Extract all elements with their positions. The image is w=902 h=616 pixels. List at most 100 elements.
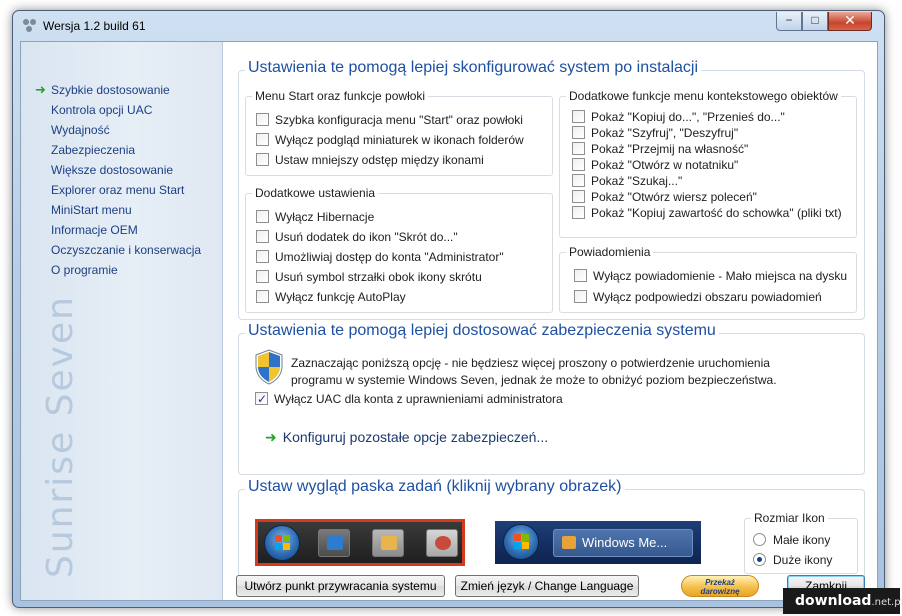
donate-button[interactable]: Przekaż darowiznę	[681, 575, 759, 597]
app-icon	[23, 19, 37, 33]
watermark-suffix: .net.pl	[871, 597, 902, 608]
watermark-brand: download	[795, 593, 872, 609]
sidebar-item-oczyszczanie[interactable]: Oczyszczanie i konserwacja	[35, 240, 201, 260]
sidebar-item-szybkie-dostosowanie[interactable]: ➜ Szybkie dostosowanie	[35, 80, 201, 100]
title-bar[interactable]: Wersja 1.2 build 61 − □ ✕	[13, 11, 884, 41]
checkbox[interactable]	[256, 133, 269, 146]
disable-uac-admin-checkbox[interactable]: Wyłącz UAC dla konta z uprawnieniami adm…	[255, 390, 563, 408]
small-icons-radio[interactable]: Małe ikony	[753, 531, 830, 549]
remove-shortcut-suffix-checkbox[interactable]: Usuń dodatek do ikon "Skrót do..."	[256, 228, 458, 246]
folder-taskbar-icon	[372, 529, 404, 557]
sidebar-nav: ➜ Szybkie dostosowanie Kontrola opcji UAC…	[35, 80, 201, 280]
large-icons-radio[interactable]: Duże ikony	[753, 551, 832, 569]
radio-button[interactable]	[753, 553, 766, 566]
change-language-button[interactable]: Zmień język / Change Language	[455, 575, 639, 597]
sidebar-item-label: O programie	[51, 263, 118, 277]
close-icon: ✕	[844, 12, 856, 28]
radio-label: Małe ikony	[773, 533, 831, 547]
additional-settings-group-title: Dodatkowe ustawienia	[252, 186, 379, 200]
disable-low-disk-notification-checkbox[interactable]: Wyłącz powiadomienie - Mało miejsca na d…	[574, 267, 847, 285]
enable-administrator-account-checkbox[interactable]: Umożliwiaj dostęp do konta "Administrato…	[256, 248, 504, 266]
maximize-button[interactable]: □	[802, 12, 828, 31]
disable-folder-thumbnails-checkbox[interactable]: Wyłącz podgląd miniaturek w ikonach fold…	[256, 131, 524, 149]
checkbox[interactable]	[572, 110, 585, 123]
uac-description-line2: programu w systemie Windows Seven, jedna…	[291, 373, 777, 387]
disable-notification-tips-checkbox[interactable]: Wyłącz podpowiedzi obszaru powiadomień	[574, 288, 822, 306]
windows-media-taskbar-button: Windows Me...	[553, 529, 693, 557]
checkbox-label: Wyłącz funkcję AutoPlay	[275, 290, 406, 304]
checkbox[interactable]	[572, 126, 585, 139]
context-menu-group: Dodatkowe funkcje menu kontekstowego obi…	[559, 89, 857, 238]
checkbox-label: Wyłącz podpowiedzi obszaru powiadomień	[593, 290, 822, 304]
taskbar-button-label: Windows Me...	[582, 535, 668, 550]
checkbox[interactable]	[574, 269, 587, 282]
setup-section: Ustawienia te pomogą lepiej skonfigurowa…	[238, 59, 865, 320]
checkbox[interactable]	[572, 190, 585, 203]
sidebar-item-wieksze-dostosowanie[interactable]: Większe dostosowanie	[35, 160, 201, 180]
active-arrow-icon: ➜	[35, 82, 46, 97]
sidebar-item-zabezpieczenia[interactable]: Zabezpieczenia	[35, 140, 201, 160]
radio-button[interactable]	[753, 533, 766, 546]
checkbox[interactable]	[256, 270, 269, 283]
sidebar-item-label: Informacje OEM	[51, 223, 138, 237]
icon-size-group: Rozmiar Ikon Małe ikony Duże ikony	[744, 511, 858, 574]
radio-label: Duże ikony	[773, 553, 833, 567]
checkbox-label: Wyłącz Hibernacje	[275, 210, 375, 224]
download-watermark: download.net.pl	[783, 588, 902, 614]
donate-line2: darowiznę	[700, 587, 740, 596]
checkbox-label: Umożliwiaj dostęp do konta "Administrato…	[275, 250, 504, 264]
minimize-icon: −	[785, 13, 793, 27]
disable-hibernation-checkbox[interactable]: Wyłącz Hibernacje	[256, 208, 374, 226]
disable-autoplay-checkbox[interactable]: Wyłącz funkcję AutoPlay	[256, 288, 406, 306]
icon-size-group-title: Rozmiar Ikon	[751, 511, 828, 525]
link-arrow-icon: ➜	[265, 429, 277, 445]
start-orb-icon	[264, 525, 300, 561]
windows-flag-icon	[514, 534, 530, 550]
sidebar-item-label: Zabezpieczenia	[51, 143, 136, 157]
taskbar-preview-large-icons[interactable]	[255, 519, 465, 566]
sidebar-item-ministart-menu[interactable]: MiniStart menu	[35, 200, 201, 220]
create-restore-point-button[interactable]: Utwórz punkt przywracania systemu	[236, 575, 445, 597]
checkbox-label: Pokaż "Otwórz wiersz poleceń"	[591, 190, 757, 204]
checkbox[interactable]	[256, 153, 269, 166]
checkbox[interactable]	[256, 230, 269, 243]
checkbox[interactable]	[572, 142, 585, 155]
checkbox[interactable]	[574, 290, 587, 303]
checkbox[interactable]	[572, 174, 585, 187]
sidebar-item-wydajnosc[interactable]: Wydajność	[35, 120, 201, 140]
checkbox[interactable]	[572, 158, 585, 171]
sidebar-item-informacje-oem[interactable]: Informacje OEM	[35, 220, 201, 240]
checkbox[interactable]	[256, 250, 269, 263]
taskbar-preview-small-icons[interactable]: Windows Me...	[495, 521, 701, 564]
checkbox-label: Pokaż "Kopiuj zawartość do schowka" (pli…	[591, 206, 842, 220]
minimize-button[interactable]: −	[776, 12, 802, 31]
checkbox[interactable]	[572, 206, 585, 219]
show-copy-contents-checkbox[interactable]: Pokaż "Kopiuj zawartość do schowka" (pli…	[572, 204, 842, 222]
notifications-group-title: Powiadomienia	[566, 245, 654, 259]
sidebar-item-label: Wydajność	[51, 123, 110, 137]
checkbox-label: Pokaż "Otwórz w notatniku"	[591, 158, 739, 172]
brand-text: Sunrise Seven	[40, 295, 81, 578]
quick-start-config-checkbox[interactable]: Szybka konfiguracja menu "Start" oraz po…	[256, 111, 523, 129]
checkbox-label: Wyłącz UAC dla konta z uprawnieniami adm…	[274, 392, 563, 406]
checkbox[interactable]	[256, 113, 269, 126]
configure-security-link[interactable]: ➜ Konfiguruj pozostałe opcje zabezpieczeń…	[265, 429, 548, 446]
taskbar-section-title: Ustaw wygląd paska zadań (kliknij wybran…	[245, 478, 625, 496]
checkbox[interactable]	[256, 210, 269, 223]
security-section-title: Ustawienia te pomogą lepiej dostosować z…	[245, 322, 719, 340]
start-menu-group-title: Menu Start oraz funkcje powłoki	[252, 89, 429, 103]
smaller-icon-spacing-checkbox[interactable]: Ustaw mniejszy odstęp między ikonami	[256, 151, 484, 169]
checkbox[interactable]	[255, 390, 268, 408]
checkbox-label: Wyłącz powiadomienie - Mało miejsca na d…	[593, 269, 847, 283]
remove-shortcut-arrow-checkbox[interactable]: Usuń symbol strzałki obok ikony skrótu	[256, 268, 482, 286]
sidebar-item-label: Szybkie dostosowanie	[51, 83, 170, 97]
sidebar-item-kontrola-uac[interactable]: Kontrola opcji UAC	[35, 100, 201, 120]
tool-taskbar-icon	[426, 529, 458, 557]
notifications-group: Powiadomienia Wyłącz powiadomienie - Mał…	[559, 245, 857, 313]
close-window-button[interactable]: ✕	[828, 12, 872, 31]
sidebar-item-explorer-menu-start[interactable]: Explorer oraz menu Start	[35, 180, 201, 200]
checkbox[interactable]	[256, 290, 269, 303]
sidebar-item-label: Większe dostosowanie	[51, 163, 174, 177]
sidebar-item-o-programie[interactable]: O programie	[35, 260, 201, 280]
checkbox-label: Pokaż "Szukaj..."	[591, 174, 683, 188]
